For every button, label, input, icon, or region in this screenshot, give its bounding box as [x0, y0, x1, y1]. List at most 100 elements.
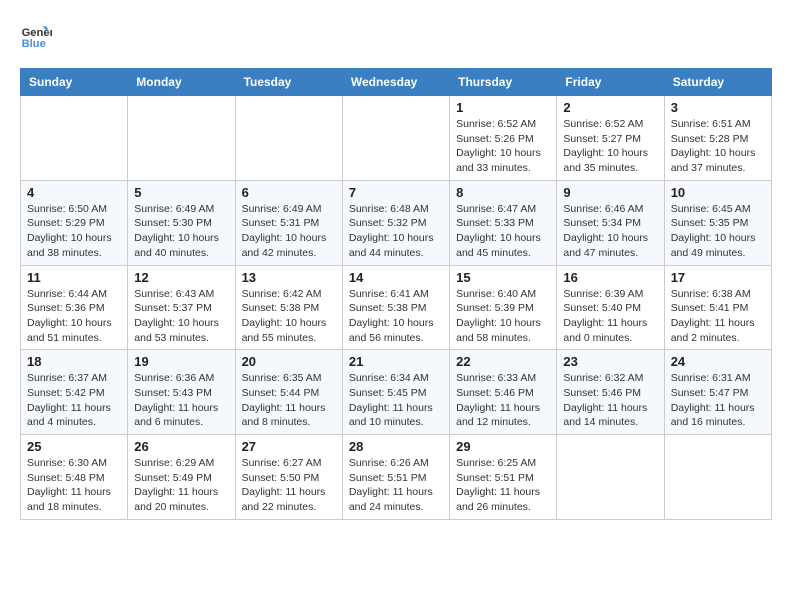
calendar-week-row: 18 Sunrise: 6:37 AM Sunset: 5:42 PM Dayli…: [21, 350, 772, 435]
calendar-cell: 21 Sunrise: 6:34 AM Sunset: 5:45 PM Dayli…: [342, 350, 449, 435]
calendar-cell: 23Sunrise: 6:32 AM Sunset: 5:46 PM Dayli…: [557, 350, 664, 435]
calendar-cell: [342, 96, 449, 181]
day-info: Sunrise: 6:33 AM Sunset: 5:46 PM Dayligh…: [456, 371, 550, 430]
calendar-cell: 9 Sunrise: 6:46 AM Sunset: 5:34 PM Daylig…: [557, 180, 664, 265]
day-info: Sunrise: 6:29 AM Sunset: 5:49 PM Dayligh…: [134, 456, 228, 515]
calendar-week-row: 4 Sunrise: 6:50 AM Sunset: 5:29 PM Daylig…: [21, 180, 772, 265]
calendar-cell: 15 Sunrise: 6:40 AM Sunset: 5:39 PM Dayli…: [450, 265, 557, 350]
calendar-cell: 8Sunrise: 6:47 AM Sunset: 5:33 PM Daylig…: [450, 180, 557, 265]
day-number: 4: [27, 185, 121, 200]
calendar-cell: [664, 435, 771, 520]
day-number: 26: [134, 439, 228, 454]
day-number: 20: [242, 354, 336, 369]
calendar-cell: 12 Sunrise: 6:43 AM Sunset: 5:37 PM Dayli…: [128, 265, 235, 350]
day-info: Sunrise: 6:39 AM Sunset: 5:40 PM Dayligh…: [563, 287, 657, 346]
day-info: Sunrise: 6:40 AM Sunset: 5:39 PM Dayligh…: [456, 287, 550, 346]
day-info: Sunrise: 6:49 AM Sunset: 5:30 PM Dayligh…: [134, 202, 228, 261]
calendar-cell: 2 Sunrise: 6:52 AM Sunset: 5:27 PM Daylig…: [557, 96, 664, 181]
day-number: 25: [27, 439, 121, 454]
calendar-cell: 29 Sunrise: 6:25 AM Sunset: 5:51 PM Dayli…: [450, 435, 557, 520]
calendar-week-row: 11 Sunrise: 6:44 AM Sunset: 5:36 PM Dayli…: [21, 265, 772, 350]
logo: General Blue: [20, 20, 56, 52]
day-info: Sunrise: 6:45 AM Sunset: 5:35 PM Dayligh…: [671, 202, 765, 261]
day-header-thursday: Thursday: [450, 69, 557, 96]
day-info: Sunrise: 6:50 AM Sunset: 5:29 PM Dayligh…: [27, 202, 121, 261]
calendar-cell: 19Sunrise: 6:36 AM Sunset: 5:43 PM Dayli…: [128, 350, 235, 435]
svg-text:Blue: Blue: [22, 38, 46, 50]
day-number: 17: [671, 270, 765, 285]
calendar-header-row: SundayMondayTuesdayWednesdayThursdayFrid…: [21, 69, 772, 96]
day-number: 21: [349, 354, 443, 369]
calendar-cell: 28 Sunrise: 6:26 AM Sunset: 5:51 PM Dayli…: [342, 435, 449, 520]
day-number: 22: [456, 354, 550, 369]
day-number: 9: [563, 185, 657, 200]
day-info: Sunrise: 6:48 AM Sunset: 5:32 PM Dayligh…: [349, 202, 443, 261]
day-number: 2: [563, 100, 657, 115]
day-header-monday: Monday: [128, 69, 235, 96]
day-number: 23: [563, 354, 657, 369]
calendar-cell: [21, 96, 128, 181]
day-header-tuesday: Tuesday: [235, 69, 342, 96]
day-number: 3: [671, 100, 765, 115]
day-info: Sunrise: 6:52 AM Sunset: 5:26 PM Dayligh…: [456, 117, 550, 176]
day-header-friday: Friday: [557, 69, 664, 96]
calendar-cell: 20Sunrise: 6:35 AM Sunset: 5:44 PM Dayli…: [235, 350, 342, 435]
day-number: 15: [456, 270, 550, 285]
day-info: Sunrise: 6:42 AM Sunset: 5:38 PM Dayligh…: [242, 287, 336, 346]
calendar-week-row: 1 Sunrise: 6:52 AM Sunset: 5:26 PM Daylig…: [21, 96, 772, 181]
day-info: Sunrise: 6:25 AM Sunset: 5:51 PM Dayligh…: [456, 456, 550, 515]
day-number: 28: [349, 439, 443, 454]
calendar-cell: 22 Sunrise: 6:33 AM Sunset: 5:46 PM Dayli…: [450, 350, 557, 435]
day-number: 1: [456, 100, 550, 115]
calendar-cell: 17 Sunrise: 6:38 AM Sunset: 5:41 PM Dayli…: [664, 265, 771, 350]
day-info: Sunrise: 6:38 AM Sunset: 5:41 PM Dayligh…: [671, 287, 765, 346]
day-info: Sunrise: 6:43 AM Sunset: 5:37 PM Dayligh…: [134, 287, 228, 346]
calendar-cell: 26 Sunrise: 6:29 AM Sunset: 5:49 PM Dayli…: [128, 435, 235, 520]
calendar-cell: 25Sunrise: 6:30 AM Sunset: 5:48 PM Dayli…: [21, 435, 128, 520]
day-header-sunday: Sunday: [21, 69, 128, 96]
day-info: Sunrise: 6:31 AM Sunset: 5:47 PM Dayligh…: [671, 371, 765, 430]
logo-icon: General Blue: [20, 20, 52, 52]
day-info: Sunrise: 6:52 AM Sunset: 5:27 PM Dayligh…: [563, 117, 657, 176]
day-info: Sunrise: 6:49 AM Sunset: 5:31 PM Dayligh…: [242, 202, 336, 261]
day-number: 18: [27, 354, 121, 369]
calendar-week-row: 25Sunrise: 6:30 AM Sunset: 5:48 PM Dayli…: [21, 435, 772, 520]
day-number: 14: [349, 270, 443, 285]
day-info: Sunrise: 6:44 AM Sunset: 5:36 PM Dayligh…: [27, 287, 121, 346]
calendar-cell: 11 Sunrise: 6:44 AM Sunset: 5:36 PM Dayli…: [21, 265, 128, 350]
day-number: 11: [27, 270, 121, 285]
day-number: 19: [134, 354, 228, 369]
calendar-cell: 10 Sunrise: 6:45 AM Sunset: 5:35 PM Dayli…: [664, 180, 771, 265]
calendar-cell: 14Sunrise: 6:41 AM Sunset: 5:38 PM Dayli…: [342, 265, 449, 350]
calendar-cell: 13Sunrise: 6:42 AM Sunset: 5:38 PM Dayli…: [235, 265, 342, 350]
calendar-cell: [557, 435, 664, 520]
calendar-cell: 24 Sunrise: 6:31 AM Sunset: 5:47 PM Dayli…: [664, 350, 771, 435]
calendar-cell: 18 Sunrise: 6:37 AM Sunset: 5:42 PM Dayli…: [21, 350, 128, 435]
calendar-cell: [128, 96, 235, 181]
day-number: 12: [134, 270, 228, 285]
calendar-cell: [235, 96, 342, 181]
day-info: Sunrise: 6:26 AM Sunset: 5:51 PM Dayligh…: [349, 456, 443, 515]
day-number: 24: [671, 354, 765, 369]
day-header-saturday: Saturday: [664, 69, 771, 96]
day-number: 7: [349, 185, 443, 200]
calendar-table: SundayMondayTuesdayWednesdayThursdayFrid…: [20, 68, 772, 520]
day-number: 5: [134, 185, 228, 200]
calendar-cell: 6Sunrise: 6:49 AM Sunset: 5:31 PM Daylig…: [235, 180, 342, 265]
day-number: 16: [563, 270, 657, 285]
page-header: General Blue: [20, 20, 772, 52]
calendar-cell: 3 Sunrise: 6:51 AM Sunset: 5:28 PM Daylig…: [664, 96, 771, 181]
day-info: Sunrise: 6:47 AM Sunset: 5:33 PM Dayligh…: [456, 202, 550, 261]
day-info: Sunrise: 6:46 AM Sunset: 5:34 PM Dayligh…: [563, 202, 657, 261]
day-info: Sunrise: 6:27 AM Sunset: 5:50 PM Dayligh…: [242, 456, 336, 515]
day-number: 10: [671, 185, 765, 200]
day-header-wednesday: Wednesday: [342, 69, 449, 96]
day-info: Sunrise: 6:37 AM Sunset: 5:42 PM Dayligh…: [27, 371, 121, 430]
calendar-cell: 1 Sunrise: 6:52 AM Sunset: 5:26 PM Daylig…: [450, 96, 557, 181]
day-number: 27: [242, 439, 336, 454]
day-number: 29: [456, 439, 550, 454]
calendar-cell: 5 Sunrise: 6:49 AM Sunset: 5:30 PM Daylig…: [128, 180, 235, 265]
day-info: Sunrise: 6:34 AM Sunset: 5:45 PM Dayligh…: [349, 371, 443, 430]
day-info: Sunrise: 6:51 AM Sunset: 5:28 PM Dayligh…: [671, 117, 765, 176]
calendar-cell: 7 Sunrise: 6:48 AM Sunset: 5:32 PM Daylig…: [342, 180, 449, 265]
